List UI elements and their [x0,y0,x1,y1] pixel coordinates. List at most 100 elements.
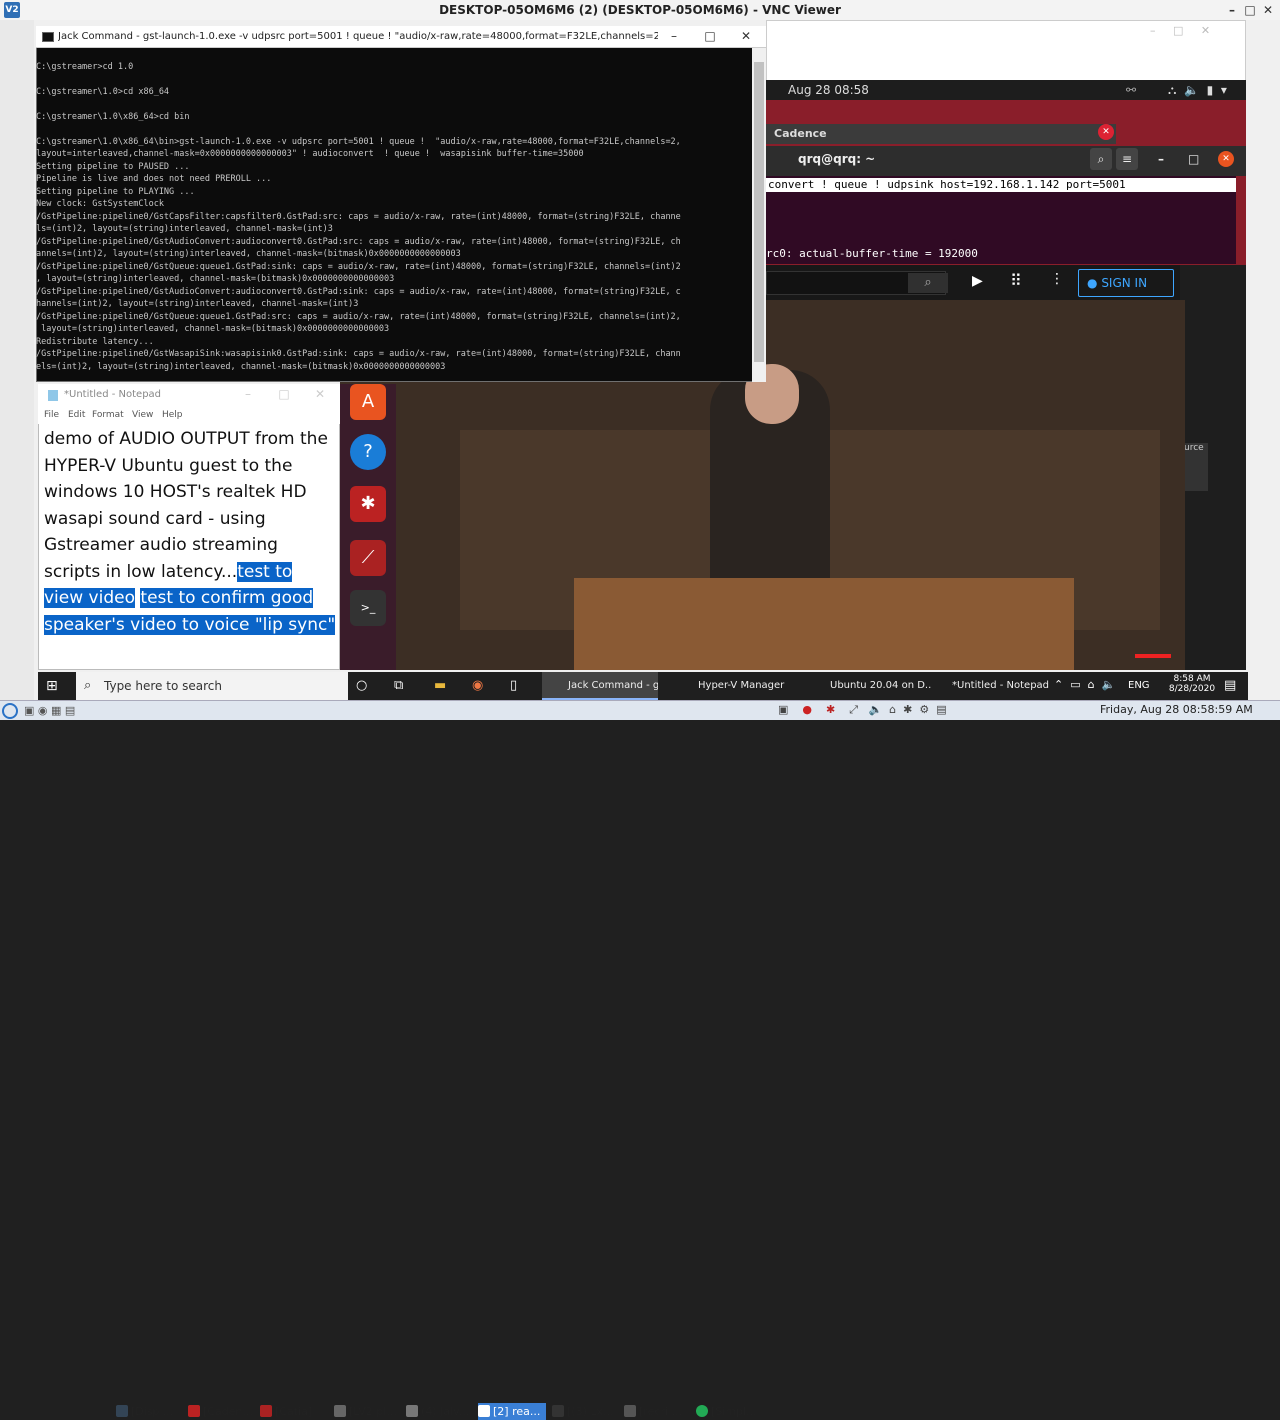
catia-app-icon[interactable]: ⟋ [350,540,386,576]
notepad-title: *Untitled - Notepad [64,389,162,400]
notepad-menu-bar: File Edit Format View Help [38,406,340,424]
cadence-window-title: Cadence [766,124,1116,144]
cmd-output-line: Setting pipeline to PAUSED ... [36,161,190,172]
cmd-scrollbar[interactable] [752,48,766,382]
terminal-close-icon[interactable]: ✕ [1218,151,1234,167]
terminal-app-icon[interactable]: >_ [350,590,386,626]
ubuntu-terminal-body[interactable]: convert ! queue ! udpsink host=192.168.1… [766,176,1236,264]
cmd-output-line: Pipeline is live and does not need PRERO… [36,174,272,184]
host-task-label: [LV2 pl... [349,1405,397,1418]
taskbar-clock[interactable]: 8:58 AM 8/28/2020 [1162,674,1222,694]
search-icon[interactable]: ⌕ [908,273,948,293]
cmd-output-line: C:\gstreamer>cd 1.0 [36,61,134,72]
cadence-app-icon[interactable]: ✱ [350,486,386,522]
notification-icon[interactable]: ▤ [1224,678,1236,693]
more-options-icon[interactable]: ⋮ [1050,271,1064,287]
cadence-close-icon[interactable]: ✕ [1098,124,1114,140]
windows-start-icon[interactable]: ⊞ [46,678,58,694]
taskbar-app-hyperv[interactable]: Hyper-V Manager [674,672,798,700]
host-start-icon[interactable] [2,703,18,719]
cmd-output-line: C:\gstreamer\1.0\x86_64\bin>gst-launch-1… [36,136,681,147]
vnc-icon [478,1405,490,1417]
command-prompt-title-bar: Jack Command - gst-launch-1.0.exe -v udp… [36,26,766,48]
document-icon[interactable]: ▯ [510,678,517,693]
host-task-simpl[interactable]: [Simpl... [696,1403,762,1420]
cmd-scroll-thumb[interactable] [754,62,764,362]
host-task-label: [Displ... [131,1405,174,1418]
notepad-minimize-button[interactable]: – [238,384,258,404]
cmd-maximize-button[interactable]: □ [700,26,720,46]
taskbar-search-input[interactable]: ⌕ Type here to search [76,672,348,700]
vnc-minimize-button[interactable]: – [1222,0,1242,20]
apps-grid-icon[interactable]: ⠿ [1010,271,1022,290]
source-label: urce [1184,443,1208,491]
notepad-title-bar: *Untitled - Notepad – □ ✕ [38,384,340,406]
cmd-output-line: /GstPipeline:pipeline0/GstAudioConvert:a… [36,286,681,297]
notepad-text-area[interactable]: demo of AUDIO OUTPUT from the HYPER-V Ub… [44,426,336,670]
notepad-text: demo of AUDIO OUTPUT from the HYPER-V Ub… [44,429,328,582]
terminal-minimize-button[interactable]: – [1158,146,1164,172]
taskbar-app-cmd[interactable]: Jack Command - gs... [542,672,658,700]
host-task-lx[interactable]: [(3) Lx... [552,1403,618,1420]
notepad-close-button[interactable]: ✕ [310,384,330,404]
taskbar-app-ubuntu[interactable]: Ubuntu 20.04 on D... [804,672,932,700]
cortana-icon[interactable]: ○ [356,678,367,693]
host-left-strip [0,20,34,700]
host-task-catia[interactable]: [Catia] [260,1403,320,1420]
vnc-title-bar: V2 DESKTOP-05OM6M6 (2) (DESKTOP-05OM6M6)… [0,0,1280,20]
menu-help[interactable]: Help [162,406,183,424]
taskbar-app-notepad[interactable]: *Untitled - Notepad [930,672,1050,700]
host-tray-icons[interactable]: ▣ ● ✱ ⤢ 🔈 ⌂ ✱ ⚙ ▤ [778,703,947,717]
cmd-output-line: ls=(int)2, layout=(string)interleaved, c… [36,224,333,234]
cmd-close-button[interactable]: ✕ [736,26,756,46]
sign-in-button[interactable]: ● SIGN IN [1078,269,1174,297]
menu-view[interactable]: View [132,406,153,424]
host-task-jalv[interactable]: (4) Jalv... [406,1403,476,1420]
ubuntu-top-bar: Aug 28 08:58 ⚯ ⛬ 🔈 ▮ ▾ [766,80,1246,100]
file-explorer-icon[interactable]: ▬ [434,678,446,693]
host-task-label: [recri ... [639,1405,682,1418]
cmd-minimize-button[interactable]: – [664,26,684,46]
menu-file[interactable]: File [44,406,59,424]
vnc-maximize-button[interactable]: □ [1240,0,1260,20]
window-icon [334,1405,346,1417]
host-task-recri[interactable]: [recri ... [624,1403,690,1420]
sign-in-label: SIGN IN [1101,276,1148,290]
notepad-maximize-button[interactable]: □ [274,384,294,404]
grid-icon [624,1405,636,1417]
terminal-maximize-button[interactable]: □ [1188,146,1199,172]
taskbar-app-label: Ubuntu 20.04 on D... [830,680,932,691]
vm-window-controls[interactable]: – □ ✕ [1150,24,1210,37]
ubuntu-clock[interactable]: Aug 28 08:58 [788,80,869,100]
host-task-cadence[interactable]: [Caden... [188,1403,260,1420]
command-prompt-output[interactable]: C:\gstreamer>cd 1.0 C:\gstreamer\1.0>cd … [36,48,752,382]
software-center-icon[interactable]: A [350,384,386,420]
host-task-label: [Simpl... [711,1405,757,1418]
menu-icon[interactable]: ≡ [1116,148,1138,170]
command-prompt-title: Jack Command - gst-launch-1.0.exe -v udp… [58,31,658,42]
vnc-close-button[interactable]: ✕ [1258,0,1278,20]
video-camera-icon[interactable]: ▶ [972,273,983,289]
search-icon[interactable]: ⌕ [1090,148,1112,170]
host-task-display[interactable]: [Displ... [116,1403,186,1420]
language-indicator[interactable]: ENG [1128,680,1150,691]
cmd-output-line: /GstPipeline:pipeline0/GstCapsFilter:cap… [36,211,681,222]
host-clock[interactable]: Friday, Aug 28 08:58:59 AM [1100,703,1253,716]
search-icon: ⌕ [84,678,92,693]
cmd-output-line: hannels=(int)2, layout=(string)interleav… [36,299,359,309]
youtube-header: ⌕ ▶ ⠿ ⋮ ● SIGN IN [766,265,1180,301]
menu-format[interactable]: Format [92,406,124,424]
chrome-icon[interactable]: ◉ [472,678,483,693]
menu-edit[interactable]: Edit [68,406,85,424]
network-icon[interactable]: ⚯ [1126,80,1136,100]
cmd-output-line: /GstPipeline:pipeline0/GstAudioConvert:a… [36,236,681,247]
taskbar-app-label: Jack Command - gs... [568,680,658,691]
host-task-vnc[interactable]: [2] rea... [478,1403,546,1420]
tray-icons[interactable]: ⌃ ▭ ⌂ 🔈 [1054,678,1115,691]
ubuntu-tray-icons[interactable]: ⛬ 🔈 ▮ ▾ [1168,80,1227,100]
help-icon[interactable]: ? [350,434,386,470]
cmd-output-line: /GstPipeline:pipeline0/GstQueue:queue1.G… [36,311,681,322]
task-view-icon[interactable]: ⧉ [394,678,403,693]
host-quicklaunch-icons[interactable]: ▣ ◉ ▦ ▤ [24,704,75,717]
host-task-lv2[interactable]: [LV2 pl... [334,1403,404,1420]
